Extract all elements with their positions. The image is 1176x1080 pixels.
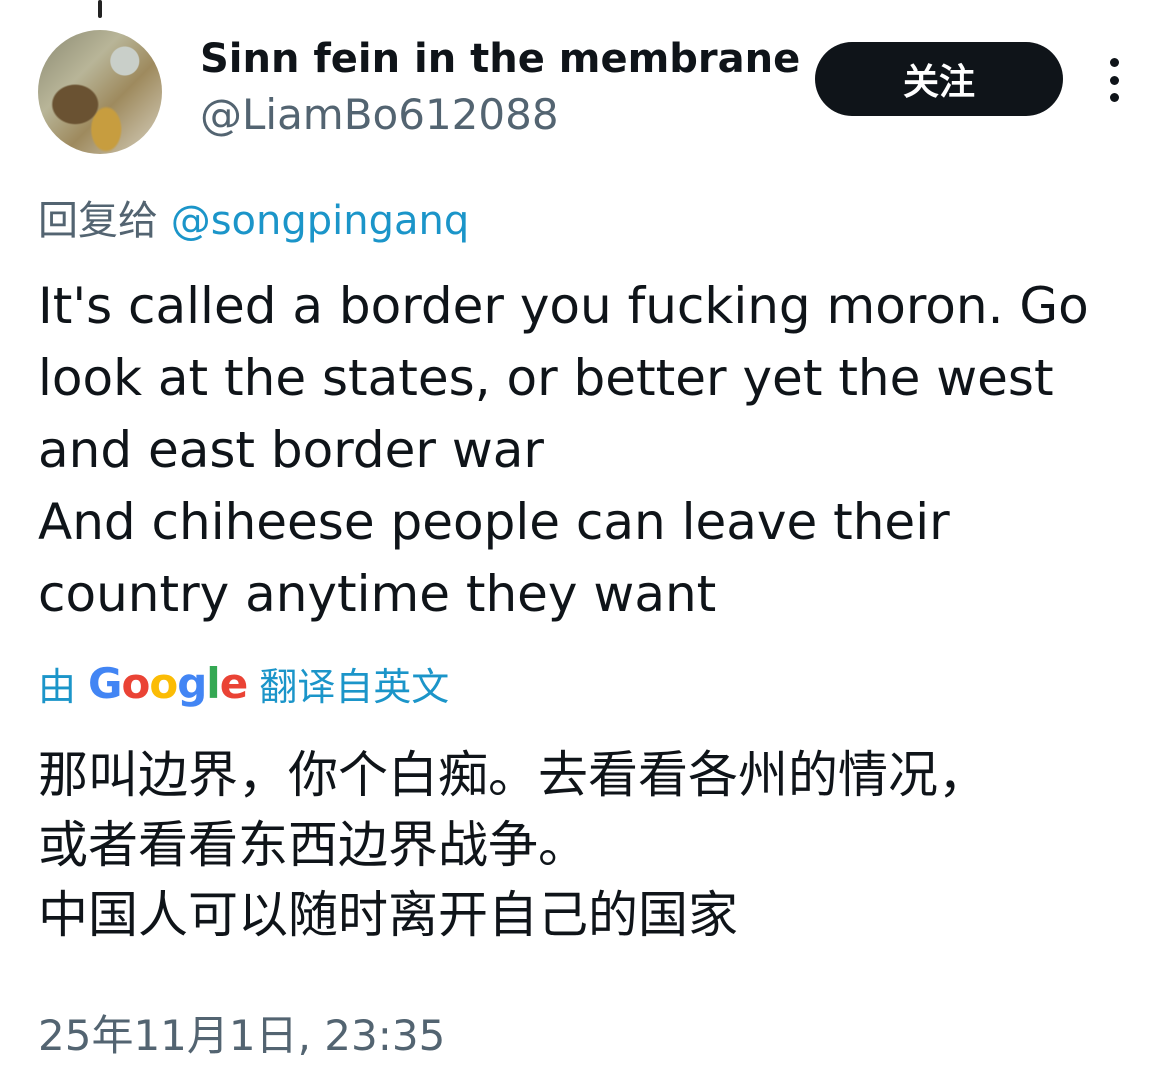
reply-prefix: 回复给 (38, 198, 158, 244)
translated-body: 那叫边界，你个白痴。去看看各州的情况， 或者看看东西边界战争。 中国人可以随时离… (38, 740, 1148, 950)
more-vertical-icon[interactable] (1100, 58, 1128, 102)
translated-line: 那叫边界，你个白痴。去看看各州的情况， (38, 746, 988, 804)
follow-button[interactable]: 关注 (815, 42, 1063, 116)
avatar[interactable] (38, 30, 162, 154)
translated-line: 或者看看东西边界战争。 (38, 816, 588, 874)
translated-line: 中国人可以随时离开自己的国家 (38, 886, 738, 944)
author-handle[interactable]: @LiamBo612088 (200, 90, 559, 139)
more-dot (1109, 75, 1119, 85)
tweet-timestamp[interactable]: 25年11月1日, 23:35 (38, 1002, 445, 1063)
tweet-line: look at the states, or better yet the we… (38, 349, 1054, 407)
tweet-body: It's called a border you fucking moron. … (38, 270, 1148, 630)
translation-attribution[interactable]: 由 Google 翻译自英文 (38, 656, 449, 711)
translation-prefix: 由 (38, 665, 77, 709)
more-dot (1109, 93, 1119, 102)
reply-mention-link[interactable]: @songpinganq (171, 198, 470, 244)
more-dot (1109, 58, 1119, 67)
thread-connector-line (98, 0, 102, 18)
author-display-name[interactable]: Sinn fein in the membrane (200, 36, 800, 82)
google-logo: Google (88, 659, 248, 708)
reply-context: 回复给 @songpinganq (38, 188, 469, 246)
tweet-line: country anytime they want (38, 565, 717, 623)
tweet-line: and east border war (38, 421, 544, 479)
tweet-line: It's called a border you fucking moron. … (38, 277, 1089, 335)
tweet-line: And chiheese people can leave their (38, 493, 950, 551)
translation-suffix: 翻译自英文 (259, 665, 450, 709)
